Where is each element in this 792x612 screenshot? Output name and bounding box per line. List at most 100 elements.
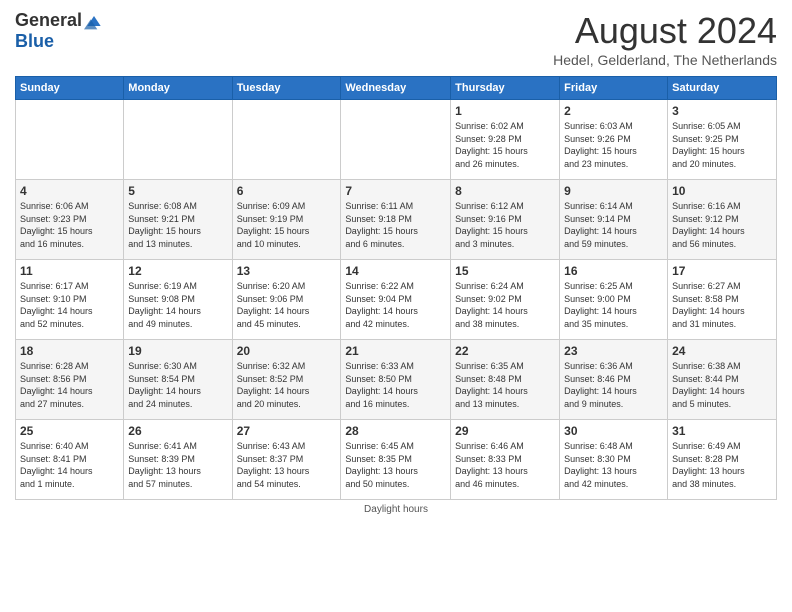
day-number-7: 7	[345, 184, 446, 198]
week-row-2: 11Sunrise: 6:17 AM Sunset: 9:10 PM Dayli…	[16, 260, 777, 340]
day-number-25: 25	[20, 424, 119, 438]
day-number-22: 22	[455, 344, 555, 358]
day-number-18: 18	[20, 344, 119, 358]
cell-2-5: 16 Sunrise: 6:25 AM Sunset: 9:00 PM Dayli…	[560, 260, 668, 340]
day-number-31: 31	[672, 424, 772, 438]
day-info-2: Sunrise: 6:03 AM Sunset: 9:26 PM Dayligh…	[564, 120, 663, 170]
cell-0-0	[16, 100, 124, 180]
cell-3-1: 19 Sunrise: 6:30 AM Sunset: 8:54 PM Dayli…	[124, 340, 232, 420]
day-info-13: Sunrise: 6:20 AM Sunset: 9:06 PM Dayligh…	[237, 280, 337, 330]
col-tuesday: Tuesday	[232, 77, 341, 100]
cell-2-3: 14Sunrise: 6:22 AM Sunset: 9:04 PM Dayli…	[341, 260, 451, 340]
day-info-1: Sunrise: 6:02 AM Sunset: 9:28 PM Dayligh…	[455, 120, 555, 170]
col-saturday: Saturday	[668, 77, 777, 100]
day-info-30: Sunrise: 6:48 AM Sunset: 8:30 PM Dayligh…	[564, 440, 663, 490]
cell-3-4: 22Sunrise: 6:35 AM Sunset: 8:48 PM Dayli…	[451, 340, 560, 420]
col-sunday: Sunday	[16, 77, 124, 100]
day-number-16: 16	[564, 264, 663, 278]
day-number-15: 15	[455, 264, 555, 278]
cell-1-2: 6Sunrise: 6:09 AM Sunset: 9:19 PM Daylig…	[232, 180, 341, 260]
day-info-8: Sunrise: 6:12 AM Sunset: 9:16 PM Dayligh…	[455, 200, 555, 250]
header: General Blue August 2024 Hedel, Gelderla…	[15, 10, 777, 68]
day-info-7: Sunrise: 6:11 AM Sunset: 9:18 PM Dayligh…	[345, 200, 446, 250]
calendar: Sunday Monday Tuesday Wednesday Thursday…	[15, 76, 777, 500]
day-info-15: Sunrise: 6:24 AM Sunset: 9:02 PM Dayligh…	[455, 280, 555, 330]
week-row-0: 1 Sunrise: 6:02 AM Sunset: 9:28 PM Daylig…	[16, 100, 777, 180]
cell-2-0: 11Sunrise: 6:17 AM Sunset: 9:10 PM Dayli…	[16, 260, 124, 340]
day-number-23: 23	[564, 344, 663, 358]
day-info-20: Sunrise: 6:32 AM Sunset: 8:52 PM Dayligh…	[237, 360, 337, 410]
day-info-4: Sunrise: 6:06 AM Sunset: 9:23 PM Dayligh…	[20, 200, 119, 250]
day-info-3: Sunrise: 6:05 AM Sunset: 9:25 PM Dayligh…	[672, 120, 772, 170]
day-info-16: Sunrise: 6:25 AM Sunset: 9:00 PM Dayligh…	[564, 280, 663, 330]
day-number-27: 27	[237, 424, 337, 438]
day-number-24: 24	[672, 344, 772, 358]
cell-4-6: 31 Sunrise: 6:49 AM Sunset: 8:28 PM Dayli…	[668, 420, 777, 500]
col-friday: Friday	[560, 77, 668, 100]
col-wednesday: Wednesday	[341, 77, 451, 100]
logo: General Blue	[15, 10, 104, 52]
day-number-14: 14	[345, 264, 446, 278]
day-number-4: 4	[20, 184, 119, 198]
day-number-26: 26	[128, 424, 227, 438]
logo-text: General	[15, 10, 104, 31]
cell-4-2: 27 Sunrise: 6:43 AM Sunset: 8:37 PM Dayli…	[232, 420, 341, 500]
day-info-24: Sunrise: 6:38 AM Sunset: 8:44 PM Dayligh…	[672, 360, 772, 410]
day-info-28: Sunrise: 6:45 AM Sunset: 8:35 PM Dayligh…	[345, 440, 446, 490]
day-info-10: Sunrise: 6:16 AM Sunset: 9:12 PM Dayligh…	[672, 200, 772, 250]
day-number-2: 2	[564, 104, 663, 118]
day-info-19: Sunrise: 6:30 AM Sunset: 8:54 PM Dayligh…	[128, 360, 227, 410]
day-info-27: Sunrise: 6:43 AM Sunset: 8:37 PM Dayligh…	[237, 440, 337, 490]
cell-4-1: 26Sunrise: 6:41 AM Sunset: 8:39 PM Dayli…	[124, 420, 232, 500]
calendar-header: Sunday Monday Tuesday Wednesday Thursday…	[16, 77, 777, 100]
logo-general: General	[15, 10, 82, 31]
day-info-9: Sunrise: 6:14 AM Sunset: 9:14 PM Dayligh…	[564, 200, 663, 250]
day-info-21: Sunrise: 6:33 AM Sunset: 8:50 PM Dayligh…	[345, 360, 446, 410]
day-number-1: 1	[455, 104, 555, 118]
cell-1-1: 5 Sunrise: 6:08 AM Sunset: 9:21 PM Daylig…	[124, 180, 232, 260]
cell-3-5: 23 Sunrise: 6:36 AM Sunset: 8:46 PM Dayli…	[560, 340, 668, 420]
day-number-17: 17	[672, 264, 772, 278]
title-section: August 2024 Hedel, Gelderland, The Nethe…	[553, 10, 777, 68]
month-title: August 2024	[553, 10, 777, 52]
calendar-body: 1 Sunrise: 6:02 AM Sunset: 9:28 PM Daylig…	[16, 100, 777, 500]
cell-0-3	[341, 100, 451, 180]
col-thursday: Thursday	[451, 77, 560, 100]
cell-1-0: 4 Sunrise: 6:06 AM Sunset: 9:23 PM Daylig…	[16, 180, 124, 260]
day-info-5: Sunrise: 6:08 AM Sunset: 9:21 PM Dayligh…	[128, 200, 227, 250]
day-info-23: Sunrise: 6:36 AM Sunset: 8:46 PM Dayligh…	[564, 360, 663, 410]
day-number-21: 21	[345, 344, 446, 358]
day-number-6: 6	[237, 184, 337, 198]
page: General Blue August 2024 Hedel, Gelderla…	[0, 0, 792, 612]
week-row-4: 25Sunrise: 6:40 AM Sunset: 8:41 PM Dayli…	[16, 420, 777, 500]
subtitle: Hedel, Gelderland, The Netherlands	[553, 52, 777, 68]
col-monday: Monday	[124, 77, 232, 100]
cell-0-4: 1 Sunrise: 6:02 AM Sunset: 9:28 PM Daylig…	[451, 100, 560, 180]
week-row-1: 4 Sunrise: 6:06 AM Sunset: 9:23 PM Daylig…	[16, 180, 777, 260]
weekday-header-row: Sunday Monday Tuesday Wednesday Thursday…	[16, 77, 777, 100]
cell-0-6: 3Sunrise: 6:05 AM Sunset: 9:25 PM Daylig…	[668, 100, 777, 180]
day-number-30: 30	[564, 424, 663, 438]
cell-3-2: 20 Sunrise: 6:32 AM Sunset: 8:52 PM Dayli…	[232, 340, 341, 420]
day-info-29: Sunrise: 6:46 AM Sunset: 8:33 PM Dayligh…	[455, 440, 555, 490]
logo-blue: Blue	[15, 31, 54, 52]
day-number-19: 19	[128, 344, 227, 358]
cell-1-3: 7 Sunrise: 6:11 AM Sunset: 9:18 PM Daylig…	[341, 180, 451, 260]
day-number-28: 28	[345, 424, 446, 438]
daylight-label: Daylight hours	[364, 504, 428, 515]
week-row-3: 18 Sunrise: 6:28 AM Sunset: 8:56 PM Dayli…	[16, 340, 777, 420]
day-number-5: 5	[128, 184, 227, 198]
day-number-13: 13	[237, 264, 337, 278]
cell-4-3: 28 Sunrise: 6:45 AM Sunset: 8:35 PM Dayli…	[341, 420, 451, 500]
day-info-31: Sunrise: 6:49 AM Sunset: 8:28 PM Dayligh…	[672, 440, 772, 490]
cell-2-1: 12Sunrise: 6:19 AM Sunset: 9:08 PM Dayli…	[124, 260, 232, 340]
day-info-18: Sunrise: 6:28 AM Sunset: 8:56 PM Dayligh…	[20, 360, 119, 410]
cell-0-5: 2 Sunrise: 6:03 AM Sunset: 9:26 PM Daylig…	[560, 100, 668, 180]
day-number-20: 20	[237, 344, 337, 358]
day-number-9: 9	[564, 184, 663, 198]
cell-2-6: 17Sunrise: 6:27 AM Sunset: 8:58 PM Dayli…	[668, 260, 777, 340]
cell-1-4: 8Sunrise: 6:12 AM Sunset: 9:16 PM Daylig…	[451, 180, 560, 260]
day-number-29: 29	[455, 424, 555, 438]
cell-3-3: 21 Sunrise: 6:33 AM Sunset: 8:50 PM Dayli…	[341, 340, 451, 420]
cell-1-5: 9 Sunrise: 6:14 AM Sunset: 9:14 PM Daylig…	[560, 180, 668, 260]
